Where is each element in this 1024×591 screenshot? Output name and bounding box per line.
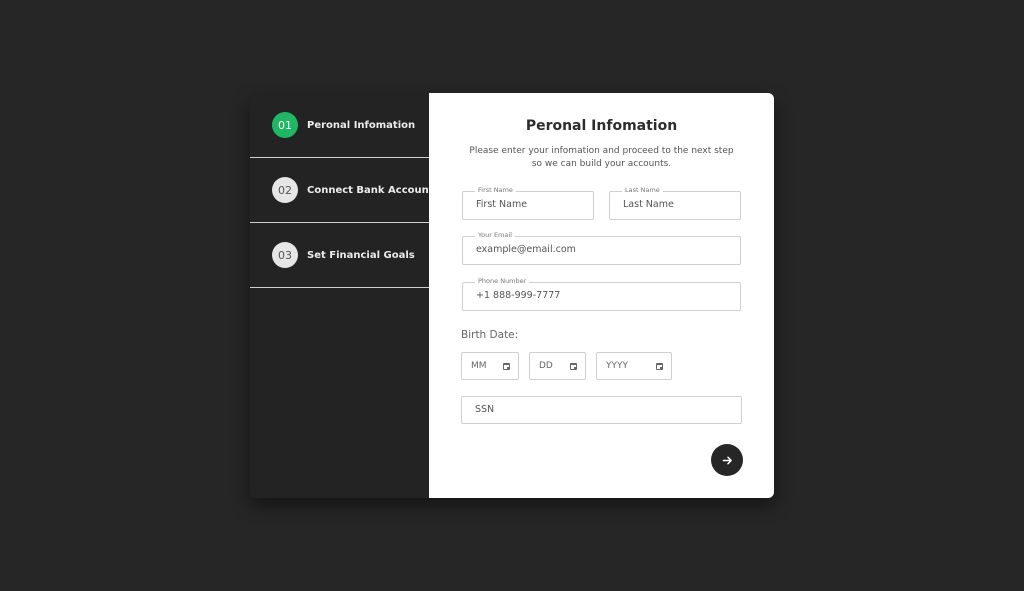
birth-month-select[interactable]: MM — [461, 352, 519, 380]
step-label: Connect Bank Account — [307, 184, 434, 196]
step-connect-bank[interactable]: 02 Connect Bank Account — [250, 158, 434, 223]
step-label: Set Financial Goals — [307, 249, 415, 261]
calendar-icon — [503, 362, 510, 370]
form-title: Peronal Infomation — [525, 118, 678, 134]
form-panel: Peronal Infomation Please enter your inf… — [429, 93, 774, 498]
step-personal-info[interactable]: 01 Peronal Infomation — [250, 93, 429, 158]
first-name-label: First Name — [475, 186, 516, 195]
birth-day-select[interactable]: DD — [529, 352, 586, 380]
phone-label: Phone Number — [475, 277, 530, 286]
next-button[interactable] — [711, 444, 743, 476]
email-label: Your Email — [475, 231, 515, 240]
arrow-right-icon — [722, 456, 732, 464]
first-name-input[interactable] — [476, 199, 585, 210]
last-name-field: Last Name — [609, 186, 741, 220]
phone-input[interactable] — [476, 290, 732, 301]
signup-card: 01 Peronal Infomation 02 Connect Bank Ac… — [250, 93, 774, 498]
ssn-input[interactable] — [475, 404, 733, 415]
birth-date-label: Birth Date: — [461, 329, 519, 341]
calendar-icon — [570, 362, 577, 370]
steps-sidebar: 01 Peronal Infomation 02 Connect Bank Ac… — [250, 93, 434, 498]
birth-year-value: YYYY — [606, 361, 628, 371]
step-number-badge: 01 — [272, 112, 298, 138]
step-financial-goals[interactable]: 03 Set Financial Goals — [250, 223, 429, 288]
step-number-badge: 03 — [272, 242, 298, 268]
calendar-icon — [656, 362, 663, 370]
email-field: Your Email — [462, 231, 741, 265]
birth-day-value: DD — [539, 361, 553, 371]
first-name-field: First Name — [462, 186, 594, 220]
step-label: Peronal Infomation — [307, 119, 416, 131]
phone-field: Phone Number — [462, 277, 741, 311]
step-number-badge: 02 — [272, 177, 298, 203]
form-subtitle: Please enter your infomation and proceed… — [469, 146, 734, 169]
last-name-input[interactable] — [623, 199, 732, 210]
birth-year-select[interactable]: YYYY — [596, 352, 672, 380]
birth-month-value: MM — [471, 361, 487, 371]
last-name-label: Last Name — [622, 186, 663, 195]
email-input[interactable] — [476, 244, 732, 255]
ssn-field — [461, 396, 742, 424]
